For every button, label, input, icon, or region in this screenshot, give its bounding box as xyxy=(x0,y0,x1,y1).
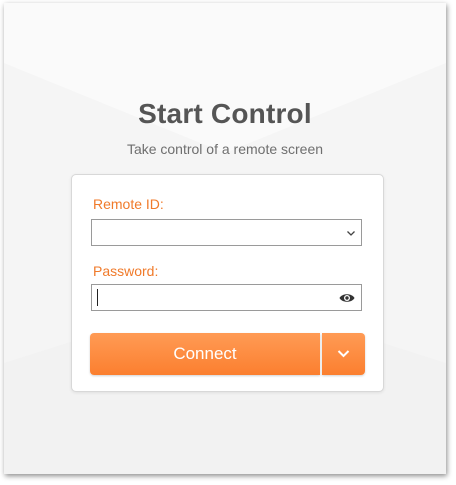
chevron-down-icon[interactable] xyxy=(346,228,356,238)
connect-button[interactable]: Connect xyxy=(90,333,320,375)
page-subtitle: Take control of a remote screen xyxy=(126,141,324,157)
password-label: Password: xyxy=(93,263,159,279)
start-control-window: Start Control Take control of a remote s… xyxy=(4,3,446,474)
eye-icon[interactable] xyxy=(339,292,355,304)
chevron-down-icon xyxy=(337,350,350,358)
remote-id-combobox[interactable] xyxy=(91,219,362,246)
remote-id-label: Remote ID: xyxy=(93,196,164,212)
password-input[interactable] xyxy=(96,285,326,310)
remote-id-input[interactable] xyxy=(96,220,326,245)
connection-card: Remote ID: Password: Connect xyxy=(71,174,384,392)
page-title: Start Control xyxy=(138,98,312,129)
connect-options-button[interactable] xyxy=(322,333,365,375)
password-field[interactable] xyxy=(91,284,362,311)
